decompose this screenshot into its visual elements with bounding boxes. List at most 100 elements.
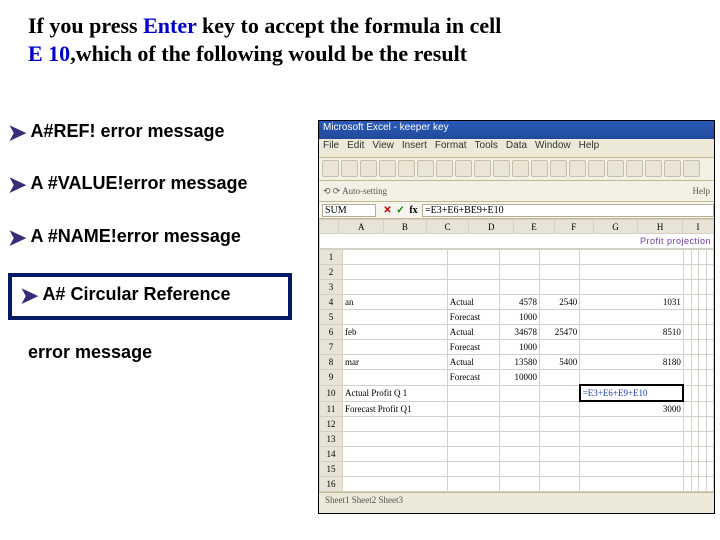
menu-data[interactable]: Data — [506, 140, 527, 156]
menu-insert[interactable]: Insert — [402, 140, 427, 156]
cell[interactable]: Forecast — [447, 340, 499, 355]
row-header[interactable]: 11 — [320, 401, 343, 417]
cell[interactable] — [447, 432, 499, 447]
cell[interactable]: Actual Profit Q 1 — [343, 385, 448, 401]
cell[interactable] — [539, 401, 579, 417]
cell[interactable] — [691, 447, 698, 462]
cancel-icon[interactable]: ✕ — [382, 205, 393, 216]
cell[interactable] — [343, 417, 448, 432]
open-icon[interactable] — [341, 160, 358, 177]
col-d[interactable]: D — [469, 220, 514, 234]
cell[interactable] — [499, 265, 539, 280]
cell[interactable]: Actual — [447, 355, 499, 370]
cell[interactable] — [539, 385, 579, 401]
cell[interactable] — [580, 447, 684, 462]
cell[interactable] — [539, 340, 579, 355]
cell[interactable] — [683, 340, 691, 355]
cell[interactable] — [699, 462, 706, 477]
cell[interactable] — [699, 432, 706, 447]
sum-icon[interactable] — [569, 160, 586, 177]
cell[interactable] — [691, 477, 698, 492]
cut-icon[interactable] — [436, 160, 453, 177]
cell[interactable] — [691, 355, 698, 370]
cell[interactable] — [699, 310, 706, 325]
cell[interactable] — [343, 477, 448, 492]
sort-desc-icon[interactable] — [607, 160, 624, 177]
cell[interactable] — [683, 401, 691, 417]
row-header[interactable]: 8 — [320, 355, 343, 370]
cell[interactable] — [343, 280, 448, 295]
cell[interactable] — [691, 385, 698, 401]
cell[interactable] — [539, 310, 579, 325]
print-icon[interactable] — [379, 160, 396, 177]
cell[interactable] — [580, 280, 684, 295]
cell[interactable] — [447, 385, 499, 401]
cell[interactable]: 13580 — [499, 355, 539, 370]
cell[interactable] — [691, 432, 698, 447]
row-header[interactable]: 6 — [320, 325, 343, 340]
cell[interactable] — [706, 340, 713, 355]
cell[interactable] — [706, 477, 713, 492]
cell[interactable]: Forecast — [447, 370, 499, 386]
cell[interactable] — [683, 280, 691, 295]
cell[interactable] — [691, 417, 698, 432]
cell[interactable]: 4578 — [499, 295, 539, 310]
cell[interactable] — [580, 432, 684, 447]
cell[interactable] — [499, 401, 539, 417]
cell[interactable]: Actual — [447, 325, 499, 340]
cell[interactable] — [580, 462, 684, 477]
spell-icon[interactable] — [417, 160, 434, 177]
row-header[interactable]: 14 — [320, 447, 343, 462]
paste-icon[interactable] — [474, 160, 491, 177]
cell[interactable] — [683, 447, 691, 462]
cell[interactable] — [580, 477, 684, 492]
cell[interactable] — [539, 462, 579, 477]
chart-icon[interactable] — [626, 160, 643, 177]
sort-asc-icon[interactable] — [588, 160, 605, 177]
sheet-tabs[interactable]: Sheet1 Sheet2 Sheet3 — [319, 492, 714, 513]
new-icon[interactable] — [322, 160, 339, 177]
save-icon[interactable] — [360, 160, 377, 177]
cell[interactable]: 8180 — [580, 355, 684, 370]
cell[interactable]: Forecast Profit Q1 — [343, 401, 448, 417]
cell[interactable] — [699, 417, 706, 432]
cell[interactable] — [706, 295, 713, 310]
cell[interactable] — [706, 447, 713, 462]
cell[interactable] — [539, 477, 579, 492]
help-icon[interactable] — [683, 160, 700, 177]
cell[interactable] — [683, 250, 691, 265]
cell[interactable] — [691, 265, 698, 280]
cell[interactable] — [699, 477, 706, 492]
menu-file[interactable]: File — [323, 140, 339, 156]
col-b[interactable]: B — [384, 220, 427, 234]
row-header[interactable]: 12 — [320, 417, 343, 432]
cell[interactable] — [706, 462, 713, 477]
cell[interactable] — [683, 370, 691, 386]
cell[interactable] — [580, 370, 684, 386]
cell[interactable] — [539, 265, 579, 280]
cell[interactable] — [499, 250, 539, 265]
cell[interactable] — [539, 432, 579, 447]
cell[interactable] — [580, 265, 684, 280]
col-e[interactable]: E — [514, 220, 555, 234]
name-box[interactable]: SUM — [322, 204, 376, 217]
undo-icon[interactable] — [512, 160, 529, 177]
cell[interactable]: 34678 — [499, 325, 539, 340]
cell[interactable] — [499, 447, 539, 462]
cell[interactable]: feb — [343, 325, 448, 340]
cell[interactable] — [691, 250, 698, 265]
row-header[interactable]: 5 — [320, 310, 343, 325]
cell[interactable] — [683, 325, 691, 340]
cell[interactable] — [706, 355, 713, 370]
cell[interactable] — [499, 385, 539, 401]
row-header[interactable]: 3 — [320, 280, 343, 295]
cell[interactable] — [699, 295, 706, 310]
cell[interactable] — [683, 432, 691, 447]
cell[interactable] — [447, 477, 499, 492]
cell[interactable] — [691, 325, 698, 340]
cell[interactable]: 1000 — [499, 340, 539, 355]
cell[interactable] — [699, 250, 706, 265]
cell[interactable]: Actual — [447, 295, 499, 310]
row-header[interactable]: 4 — [320, 295, 343, 310]
cell[interactable] — [539, 370, 579, 386]
